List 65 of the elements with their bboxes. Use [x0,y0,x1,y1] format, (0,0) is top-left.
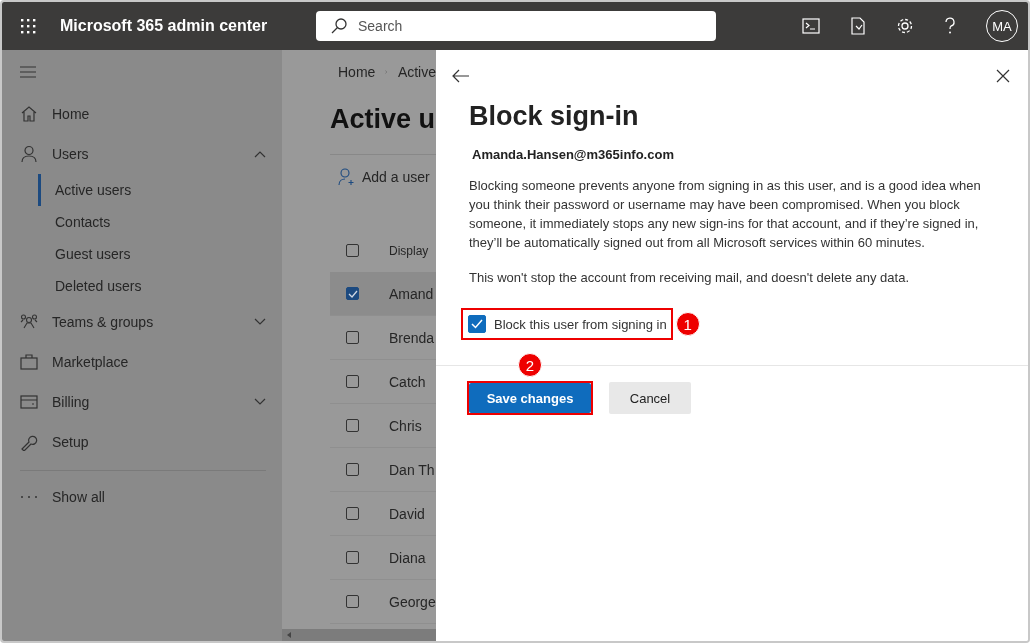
settings-icon[interactable] [896,17,914,35]
chevron-up-icon[interactable] [254,150,266,158]
terminal-icon[interactable] [802,18,820,34]
row-checkbox[interactable] [346,463,359,476]
page-title: Active u [330,104,436,136]
row-checkbox[interactable] [346,287,359,300]
document-icon[interactable] [850,17,866,35]
description-text: This won't stop the account from receiving mail, and doesn't delete any data. [469,269,910,287]
table-cell: David [389,505,425,522]
app-title: Microsoft 365 admin center [60,17,269,35]
row-checkbox[interactable] [346,595,359,608]
nav-subitem[interactable]: Deleted users [38,270,282,302]
row-checkbox[interactable] [346,419,359,432]
chevron-down-icon[interactable] [254,318,266,326]
select-all-checkbox[interactable] [346,244,359,257]
step-marker: 1 [675,312,700,336]
person-icon [20,145,38,163]
table-cell: Chris [389,417,422,434]
add-person-icon [338,168,356,186]
nav-item[interactable]: Setup [2,422,282,462]
nav-item[interactable]: Home [2,94,282,134]
nav-subitem[interactable]: Guest users [38,238,282,270]
row-checkbox[interactable] [346,507,359,520]
table-cell: Dan Th [389,461,435,478]
step-marker: 2 [518,353,542,377]
nav-item[interactable]: Users [2,134,282,174]
row-checkbox[interactable] [346,551,359,564]
cancel-button[interactable]: Cancel [609,382,691,414]
row-checkbox[interactable] [346,375,359,388]
breadcrumb-link[interactable]: Active [397,64,436,80]
nav-item[interactable]: Billing [2,382,282,422]
close-icon[interactable] [996,69,1010,83]
more-icon [20,495,38,499]
show-all-link[interactable]: Show all [52,489,266,505]
back-arrow-icon[interactable] [452,69,470,83]
column-header[interactable]: Display [389,243,429,258]
row-checkbox[interactable] [346,331,359,344]
nav-item[interactable]: Marketplace [2,342,282,382]
table-cell: Diana [389,549,426,566]
wrench-icon [20,433,38,451]
table-cell: George [389,593,436,610]
bag-icon [20,353,38,371]
search-field[interactable]: Search [316,11,716,41]
block-checkbox[interactable] [468,315,486,333]
app-launcher-icon[interactable] [20,18,36,34]
table-row[interactable]: Amand [330,272,436,316]
table-cell: Brenda [389,329,435,346]
panel-title: Block sign-in [469,101,640,132]
nav-subitem[interactable]: Contacts [38,206,282,238]
table-cell: Catch [389,373,426,390]
help-icon[interactable] [944,17,956,35]
table-cell: Amand [389,285,434,302]
scroll-left-icon[interactable] [287,632,291,638]
description-text: Blocking someone prevents anyone from signing in as this user, and is a good idea when you think their password or username may have been compromised. When you block someone, it immediately stops any new sign-ins for that account, and if they’re signed in, they’ll be automatically signed out from all Microsoft services within 60 minutes. [469,177,982,252]
save-button[interactable]: Save changes [469,383,591,413]
add-user-button[interactable]: Add a user [338,167,436,187]
checkbox-label[interactable]: Block this user from signing in [494,316,667,332]
people-icon [20,313,38,331]
breadcrumb-link[interactable]: Home [338,64,376,80]
user-email: Amanda.Hansen@m365info.com [472,147,675,162]
chevron-down-icon[interactable] [254,398,266,406]
card-icon [20,393,38,411]
home-icon [20,105,38,123]
horizontal-scrollbar[interactable] [282,629,436,641]
nav-item[interactable]: Teams & groups [2,302,282,342]
